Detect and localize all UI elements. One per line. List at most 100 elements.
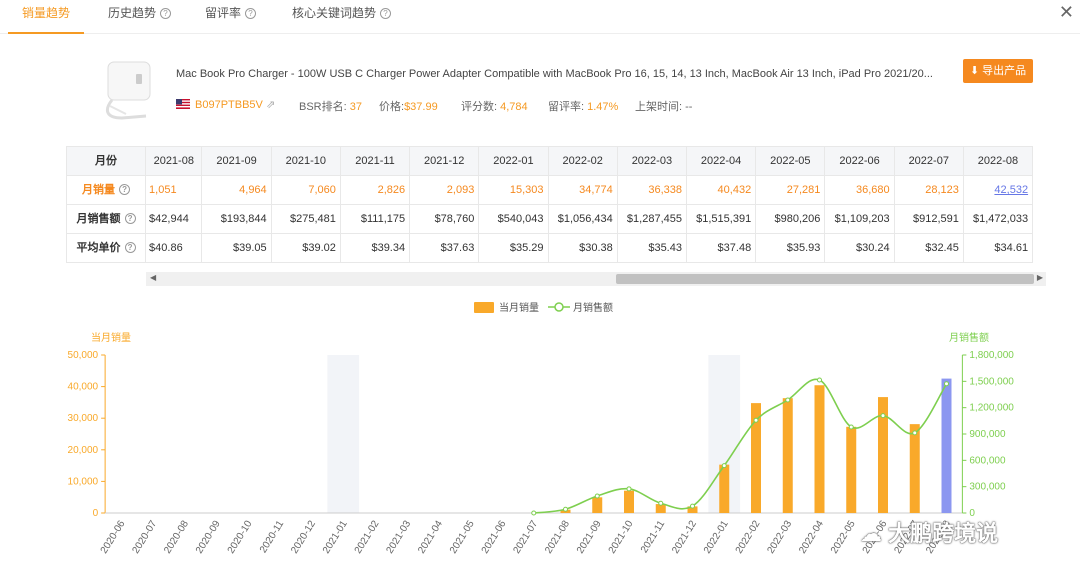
avg-price-row: 平均单价? $40.86 $39.05 $39.02 $39.34 $37.63 $35.… <box>67 234 1034 263</box>
sales-bar[interactable] <box>909 424 920 513</box>
help-icon[interactable]: ? <box>124 213 136 224</box>
month-cell: 2022-02 <box>548 147 618 175</box>
sales-cell[interactable]: 42,532 <box>964 176 1034 204</box>
product-title[interactable]: Mac Book Pro Charger - 100W USB C Charge… <box>176 68 966 80</box>
month-cell: 2022-03 <box>617 147 687 175</box>
tab-label: 销量趋势 <box>21 6 70 20</box>
sales-bar[interactable] <box>624 490 634 513</box>
cell-value: $980,206 <box>774 213 821 225</box>
price-value: $37.99 <box>404 101 438 113</box>
revenue-point[interactable] <box>785 397 791 403</box>
cell-value: $1,472,033 <box>973 213 1029 225</box>
cell-value: $30.24 <box>855 242 890 254</box>
x-tick-label: 2021-04 <box>416 518 445 555</box>
cell-value: 2022-08 <box>977 155 1019 167</box>
x-tick-label: 2020-08 <box>162 518 191 555</box>
avg-price-cell: $35.29 <box>479 234 549 262</box>
export-product-button[interactable]: ⬇ 导出产品 <box>963 59 1033 83</box>
row-header-label: 月销量 <box>82 184 116 196</box>
sales-cell: 28,123 <box>895 176 964 204</box>
help-icon[interactable]: ? <box>380 8 392 19</box>
row-header-label: 平均单价 <box>76 242 121 254</box>
review-rate-value: 1.47% <box>587 101 619 113</box>
right-tick-label: 1,800,000 <box>969 350 1014 361</box>
cell-value: $1,287,455 <box>626 213 682 225</box>
bsr-rank: BSR排名: 37 <box>299 98 362 114</box>
revenue-point[interactable] <box>721 463 727 469</box>
x-tick-label: 2020-12 <box>289 518 318 555</box>
sales-cell: 36,338 <box>618 176 687 204</box>
wechat-icon: ☁ <box>860 521 882 546</box>
monthly-data-table: 月份 2021-08 2021-09 2021-10 2021-11 2021-12 20… <box>66 146 1034 263</box>
left-tick-label: 40,000 <box>68 382 99 393</box>
cell-value: 15,303 <box>509 184 544 196</box>
sales-bar[interactable] <box>846 426 857 513</box>
cell-value: $1,109,203 <box>834 213 890 225</box>
sales-cell: 34,774 <box>549 176 618 204</box>
cell-value: $30.38 <box>579 242 613 254</box>
x-tick-label: 2022-05 <box>829 518 858 555</box>
sales-cell: 2,826 <box>341 176 411 204</box>
revenue-point[interactable] <box>531 510 537 516</box>
avg-price-cell: $35.43 <box>618 234 687 262</box>
help-icon[interactable]: ? <box>245 8 257 19</box>
tab-history-trend[interactable]: 历史趋势? <box>108 0 172 34</box>
cell-value: 36,680 <box>855 184 890 196</box>
tab-sales-trend[interactable]: 销量趋势 <box>8 0 84 34</box>
help-icon[interactable]: ? <box>119 184 131 195</box>
bsr-label: BSR排名: <box>299 101 347 113</box>
revenue-point[interactable] <box>690 503 695 509</box>
cell-value: $39.34 <box>371 242 406 254</box>
revenue-point[interactable] <box>848 424 854 430</box>
product-image <box>105 61 151 120</box>
revenue-point[interactable] <box>626 486 632 492</box>
revenue-point[interactable] <box>594 493 600 499</box>
cell-value: $540,043 <box>497 213 544 225</box>
cell-value: $111,175 <box>360 213 406 225</box>
revenue-point[interactable] <box>912 430 918 436</box>
avg-price-cell: $37.63 <box>410 234 480 262</box>
right-tick-label: 1,200,000 <box>969 403 1014 414</box>
month-cell: 2022-05 <box>756 147 826 175</box>
legend-sales-label[interactable]: 当月销量 <box>499 301 539 314</box>
revenue-point[interactable] <box>563 506 568 512</box>
legend-revenue-label[interactable]: 月销售额 <box>573 301 613 314</box>
sales-bar[interactable] <box>782 398 793 513</box>
sales-bar[interactable] <box>941 378 952 513</box>
revenue-point[interactable] <box>880 413 886 419</box>
help-icon[interactable]: ? <box>124 242 136 253</box>
revenue-point[interactable] <box>944 381 949 387</box>
x-tick-label: 2021-03 <box>385 518 414 555</box>
legend-bar-swatch[interactable] <box>474 302 494 313</box>
tab-label: 留评率 <box>205 6 242 20</box>
close-icon[interactable]: ✕ <box>1059 2 1074 23</box>
revenue-point[interactable] <box>753 417 759 423</box>
avg-price-cell: $34.61 <box>964 234 1034 262</box>
x-tick-label: 2021-07 <box>512 518 541 555</box>
revenue-point[interactable] <box>817 377 822 383</box>
avg-price-cell: $39.34 <box>341 234 411 262</box>
asin-link[interactable]: B097PTBB5V ⇗ <box>195 98 275 111</box>
month-cell: 2021-10 <box>271 147 341 175</box>
x-tick-label: 2020-11 <box>258 518 287 555</box>
help-icon[interactable]: ? <box>160 8 172 19</box>
sales-cell: 40,432 <box>687 176 757 204</box>
left-tick-label: 10,000 <box>68 476 99 487</box>
tab-keyword-trend[interactable]: 核心关键词趋势? <box>292 0 392 34</box>
price: 价格:$37.99 <box>379 98 438 114</box>
tab-label: 历史趋势 <box>108 6 157 20</box>
cell-value: 2022-07 <box>908 155 949 167</box>
sales-bar[interactable] <box>814 385 825 513</box>
tab-review-rate[interactable]: 留评率? <box>205 0 257 34</box>
export-label: 导出产品 <box>982 65 1027 77</box>
cell-value: 2022-01 <box>493 155 534 167</box>
left-tick-label: 20,000 <box>68 445 99 456</box>
bsr-value: 37 <box>349 101 362 113</box>
sales-bar[interactable] <box>592 497 603 513</box>
x-tick-label: 2021-08 <box>543 518 572 555</box>
left-axis-title: 当月销量 <box>91 331 131 344</box>
revenue-point[interactable] <box>658 500 664 506</box>
left-tick-label: 50,000 <box>68 350 99 361</box>
cell-value: 27,281 <box>786 184 821 196</box>
external-link-icon[interactable]: ⇗ <box>266 99 275 111</box>
